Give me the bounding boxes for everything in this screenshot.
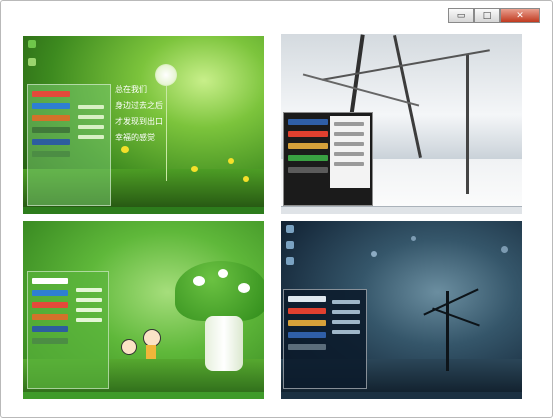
dandelion-stem: [166, 86, 167, 181]
menu-item[interactable]: [32, 314, 68, 320]
menu-item[interactable]: [288, 143, 328, 149]
menu-item[interactable]: [76, 298, 102, 302]
desktop-icon[interactable]: [28, 40, 36, 48]
taskbar: [281, 392, 522, 399]
theme-preview-green-mushroom[interactable]: [23, 221, 264, 399]
desktop-icon[interactable]: [286, 241, 294, 249]
window-controls: ▭ □ ✕: [448, 8, 540, 23]
desktop-icon[interactable]: [28, 58, 36, 66]
tree-trunk: [466, 54, 469, 194]
menu-item[interactable]: [334, 162, 364, 166]
theme-preview-green-dandelion[interactable]: 总在我们 身边过去之后 才发现到出口 幸福的感觉: [23, 36, 264, 214]
menu-item[interactable]: [32, 127, 70, 133]
menu-item[interactable]: [32, 151, 70, 157]
menu-item[interactable]: [76, 318, 102, 322]
menu-item[interactable]: [288, 167, 328, 173]
theme-preview-winter-snow[interactable]: [281, 34, 522, 214]
mushroom-dot: [238, 283, 250, 293]
dandelion-icon: [155, 64, 177, 86]
start-menu: [27, 271, 109, 389]
start-menu: [283, 289, 367, 389]
menu-item[interactable]: [288, 131, 328, 137]
menu-item[interactable]: [76, 308, 102, 312]
start-menu: [283, 112, 373, 206]
mushroom-dot: [218, 269, 228, 278]
menu-item[interactable]: [32, 338, 68, 344]
flower-icon: [228, 158, 234, 164]
flower-icon: [191, 166, 198, 172]
bokeh-dot: [371, 251, 377, 257]
menu-item[interactable]: [32, 91, 70, 97]
menu-item[interactable]: [288, 155, 328, 161]
branch: [423, 288, 479, 316]
menu-item[interactable]: [32, 302, 68, 308]
menu-item[interactable]: [334, 142, 364, 146]
poem-line: 幸福的感觉: [115, 133, 155, 142]
start-menu: [27, 84, 111, 206]
branch: [322, 49, 490, 81]
menu-item[interactable]: [334, 132, 364, 136]
maximize-icon[interactable]: □: [474, 8, 500, 23]
close-icon[interactable]: ✕: [500, 8, 540, 23]
menu-item[interactable]: [78, 105, 104, 109]
menu-item[interactable]: [288, 332, 326, 338]
tree-trunk: [393, 35, 422, 158]
menu-item[interactable]: [32, 278, 68, 284]
menu-item[interactable]: [288, 320, 326, 326]
mushroom-stem: [205, 316, 243, 371]
menu-item[interactable]: [32, 290, 68, 296]
menu-right-column: [330, 116, 370, 188]
menu-item[interactable]: [76, 288, 102, 292]
menu-item[interactable]: [32, 103, 70, 109]
menu-item[interactable]: [288, 296, 326, 302]
taskbar: [23, 392, 264, 399]
menu-item[interactable]: [288, 344, 326, 350]
menu-item[interactable]: [288, 308, 326, 314]
desktop-icon[interactable]: [286, 257, 294, 265]
menu-item[interactable]: [332, 330, 360, 334]
poem-line: 身边过去之后: [115, 101, 163, 110]
menu-item[interactable]: [332, 300, 360, 304]
cartoon-girl-body: [146, 345, 156, 359]
poem-line: 才发现到出口: [115, 117, 163, 126]
menu-item[interactable]: [78, 125, 104, 129]
menu-item[interactable]: [334, 122, 364, 126]
bokeh-dot: [411, 236, 416, 241]
menu-item[interactable]: [32, 115, 70, 121]
taskbar: [23, 207, 264, 214]
app-window: ▭ □ ✕ 总在我们 身边过去之后 才发现到出口 幸福的感觉: [0, 0, 553, 418]
cartoon-boy: [121, 339, 137, 355]
flower-icon: [243, 176, 249, 182]
menu-item[interactable]: [332, 320, 360, 324]
minimize-icon[interactable]: ▭: [448, 8, 474, 23]
poem-line: 总在我们: [115, 85, 147, 94]
menu-item[interactable]: [78, 135, 104, 139]
menu-item[interactable]: [78, 115, 104, 119]
menu-item[interactable]: [332, 310, 360, 314]
mushroom-dot: [193, 276, 205, 286]
menu-item[interactable]: [32, 326, 68, 332]
flower-icon: [121, 146, 129, 153]
desktop-icon[interactable]: [286, 225, 294, 233]
branch: [432, 307, 480, 327]
bokeh-dot: [501, 246, 508, 253]
taskbar: [281, 206, 522, 214]
theme-preview-night-tree[interactable]: [281, 221, 522, 399]
menu-item[interactable]: [32, 139, 70, 145]
menu-item[interactable]: [288, 119, 328, 125]
menu-item[interactable]: [334, 152, 364, 156]
